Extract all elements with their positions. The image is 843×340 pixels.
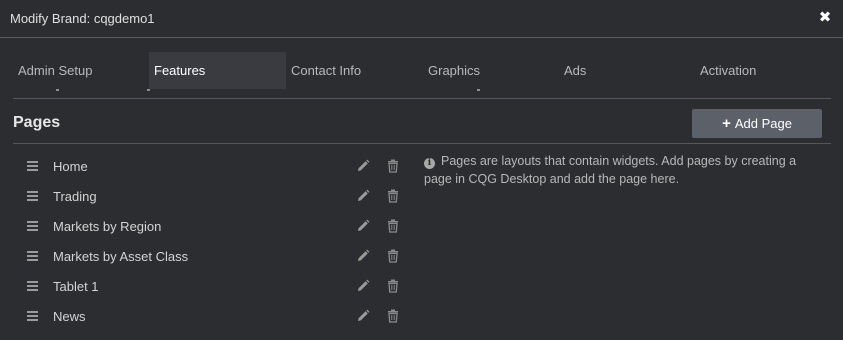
page-name: Markets by Asset Class bbox=[53, 249, 189, 264]
modify-brand-dialog: Modify Brand: cqgdemo1 ✖ Admin Setup Fea… bbox=[0, 0, 843, 340]
drag-handle-icon[interactable] bbox=[27, 281, 38, 291]
page-list: Home Trading Markets by Region Markets b… bbox=[13, 151, 408, 331]
drag-handle-icon[interactable] bbox=[27, 191, 38, 201]
pages-section-title: Pages bbox=[13, 114, 61, 131]
dialog-title: Modify Brand: cqgdemo1 bbox=[10, 11, 155, 26]
drag-handle-icon[interactable] bbox=[27, 161, 38, 171]
tab-graphics[interactable]: Graphics bbox=[428, 52, 480, 89]
list-item: Markets by Region bbox=[13, 211, 408, 241]
tab-contact-info[interactable]: Contact Info bbox=[291, 52, 361, 89]
pages-info-text: Pages are layouts that contain widgets. … bbox=[424, 154, 797, 186]
pencil-icon[interactable] bbox=[356, 159, 370, 173]
list-item: Markets by Asset Class bbox=[13, 241, 408, 271]
tab-ads[interactable]: Ads bbox=[564, 52, 586, 89]
tab-activation[interactable]: Activation bbox=[700, 52, 756, 89]
pages-divider bbox=[13, 143, 831, 144]
drag-handle-icon[interactable] bbox=[27, 311, 38, 321]
trash-icon[interactable] bbox=[386, 159, 400, 173]
tab-features[interactable]: Features bbox=[149, 52, 286, 89]
add-page-button[interactable]: + Add Page bbox=[692, 109, 822, 138]
pages-info-message: i Pages are layouts that contain widgets.… bbox=[424, 152, 824, 188]
list-item: News bbox=[13, 301, 408, 331]
drag-handle-icon[interactable] bbox=[27, 251, 38, 261]
trash-icon[interactable] bbox=[386, 309, 400, 323]
trash-icon[interactable] bbox=[386, 219, 400, 233]
trash-icon[interactable] bbox=[386, 279, 400, 293]
pencil-icon[interactable] bbox=[356, 219, 370, 233]
trash-icon[interactable] bbox=[386, 249, 400, 263]
tab-admin-setup[interactable]: Admin Setup bbox=[18, 52, 92, 89]
list-item: Home bbox=[13, 151, 408, 181]
tab-scroll-indicator bbox=[56, 89, 59, 91]
pencil-icon[interactable] bbox=[356, 309, 370, 323]
tabs-divider bbox=[13, 98, 831, 99]
close-icon[interactable]: ✖ bbox=[817, 9, 833, 27]
add-page-label: Add Page bbox=[734, 116, 792, 131]
page-name: Trading bbox=[53, 189, 97, 204]
list-item: Tablet 1 bbox=[13, 271, 408, 301]
drag-handle-icon[interactable] bbox=[27, 221, 38, 231]
pencil-icon[interactable] bbox=[356, 189, 370, 203]
tab-bar: Admin Setup Features Contact Info Graphi… bbox=[0, 52, 843, 90]
info-icon: i bbox=[424, 158, 435, 169]
tab-scroll-indicator bbox=[147, 89, 150, 91]
trash-icon[interactable] bbox=[386, 189, 400, 203]
page-name: Markets by Region bbox=[53, 219, 162, 234]
plus-icon: + bbox=[722, 115, 731, 132]
pencil-icon[interactable] bbox=[356, 279, 370, 293]
page-name: Tablet 1 bbox=[53, 279, 99, 294]
dialog-titlebar: Modify Brand: cqgdemo1 ✖ bbox=[0, 0, 843, 38]
tab-scroll-indicator bbox=[477, 89, 480, 91]
pencil-icon[interactable] bbox=[356, 249, 370, 263]
page-name: Home bbox=[53, 159, 88, 174]
list-item: Trading bbox=[13, 181, 408, 211]
page-name: News bbox=[53, 309, 86, 324]
